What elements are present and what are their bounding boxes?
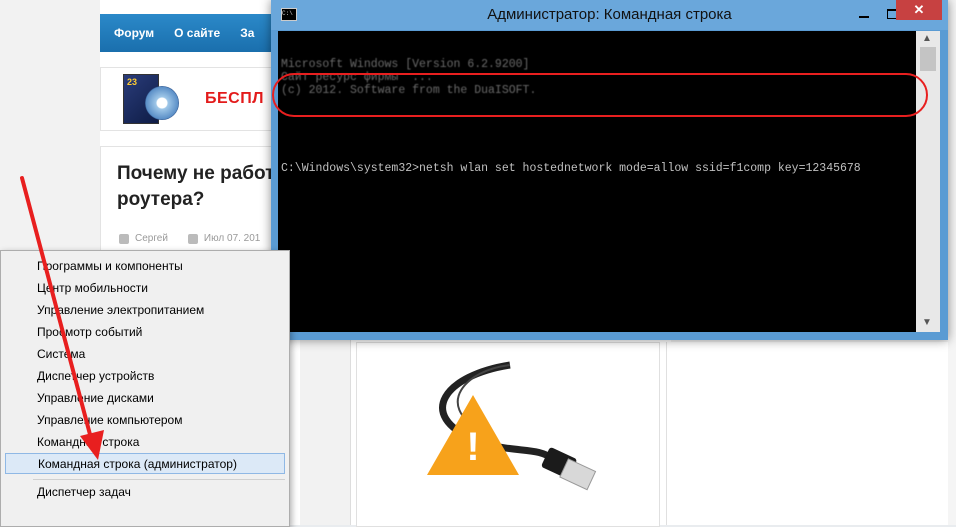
menu-item-cmd[interactable]: Командная строка	[5, 432, 285, 453]
calendar-icon	[187, 233, 198, 244]
scroll-down-icon[interactable]: ▼	[922, 317, 932, 328]
article-date: Июл 07. 201	[203, 233, 261, 244]
article-meta: Сергей Июл 07. 201	[119, 233, 260, 244]
menu-item-task-manager[interactable]: Диспетчер задач	[5, 482, 285, 503]
nav-item-more[interactable]: За	[240, 26, 254, 40]
article-card: Почему не работ роутера? Сергей Июл 07. …	[100, 146, 292, 253]
menu-item-computer-management[interactable]: Управление компьютером	[5, 410, 285, 431]
grid-cell-empty	[666, 342, 956, 525]
cmd-window[interactable]: C:\ Администратор: Командная строка ✕ Mi…	[271, 0, 948, 340]
menu-item-mobility[interactable]: Центр мобильности	[5, 278, 285, 299]
close-button[interactable]: ✕	[896, 0, 942, 20]
minimize-button[interactable]	[851, 8, 877, 22]
nav-item-forum[interactable]: Форум	[114, 26, 154, 40]
menu-item-system[interactable]: Система	[5, 344, 285, 365]
disc-icon	[145, 86, 179, 120]
dvd-label: 23	[127, 77, 138, 87]
menu-item-cmd-admin[interactable]: Командная строка (администратор)	[5, 453, 285, 474]
scroll-up-icon[interactable]: ▲	[922, 33, 932, 44]
window-titlebar[interactable]: C:\ Администратор: Командная строка ✕	[271, 0, 948, 30]
console-scrollbar[interactable]: ▲ ▼	[916, 31, 940, 332]
exclamation-mark: !	[466, 425, 480, 469]
nav-item-about[interactable]: О сайте	[174, 26, 220, 40]
banner-text: БЕСПЛ	[205, 90, 264, 107]
user-icon	[119, 233, 129, 244]
article-title[interactable]: Почему не работ роутера?	[117, 161, 297, 213]
winx-context-menu: Программы и компоненты Центр мобильности…	[0, 250, 290, 527]
promo-banner[interactable]: 23 БЕСПЛ	[100, 67, 292, 131]
scroll-thumb[interactable]	[920, 47, 936, 71]
menu-item-device-manager[interactable]: Диспетчер устройств	[5, 366, 285, 387]
article-author: Сергей	[135, 233, 168, 244]
menu-item-programs[interactable]: Программы и компоненты	[5, 256, 285, 277]
page-right-edge	[948, 0, 956, 525]
site-navbar: Форум О сайте За	[100, 14, 290, 52]
cable-warning-image: !	[405, 355, 605, 515]
menu-item-events[interactable]: Просмотр событий	[5, 322, 285, 343]
console-command-line: C:\Windows\system32>netsh wlan set hoste…	[281, 162, 861, 175]
window-title: Администратор: Командная строка	[487, 6, 732, 23]
menu-item-disk-management[interactable]: Управление дисками	[5, 388, 285, 409]
menu-separator	[33, 479, 285, 480]
command-highlight-oval	[272, 73, 928, 117]
menu-item-power[interactable]: Управление электропитанием	[5, 300, 285, 321]
